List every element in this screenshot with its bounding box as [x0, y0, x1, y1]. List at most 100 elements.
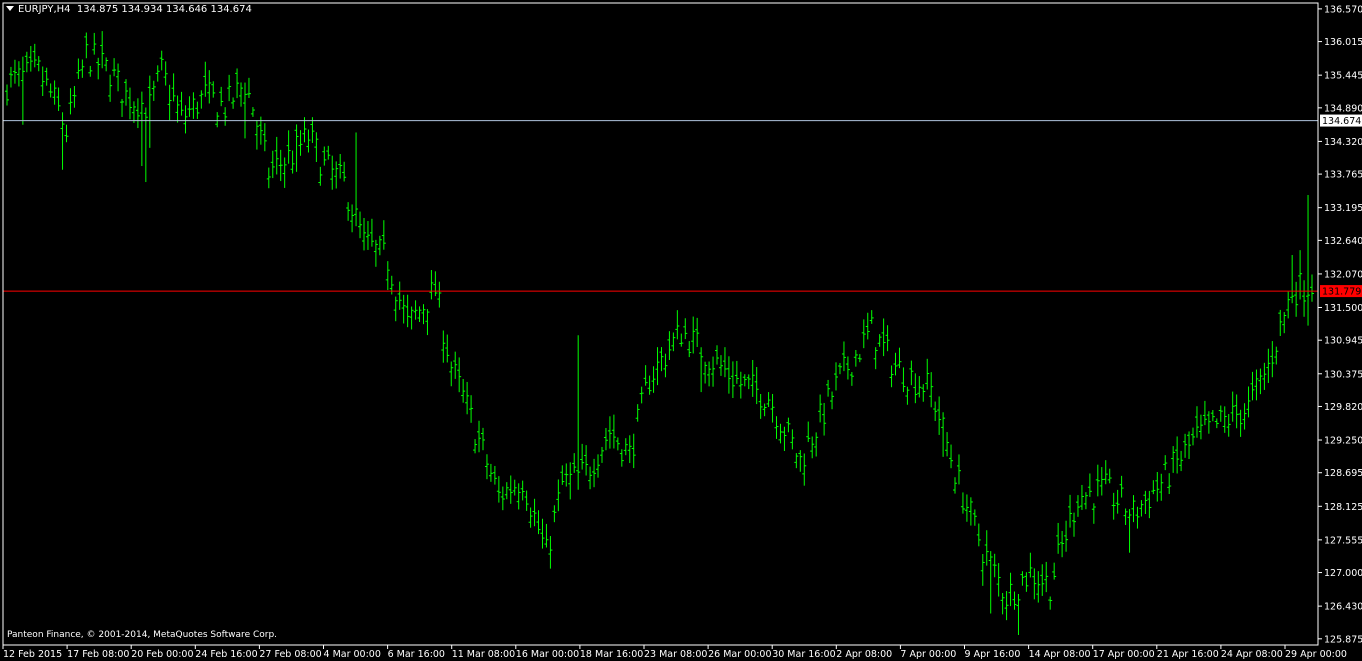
- ohlc-bar: [361, 217, 366, 251]
- ohlc-bar: [104, 57, 109, 72]
- ohlc-bar: [207, 70, 212, 104]
- ohlc-bar: [980, 553, 985, 586]
- ohlc-bar: [44, 67, 49, 86]
- ohlc-bar: [28, 45, 33, 72]
- x-tick-label: 17 Feb 08:00: [67, 649, 129, 660]
- ohlc-bar: [1210, 409, 1215, 422]
- ohlc-bar: [798, 450, 803, 472]
- ask-price-label: 131.779: [1322, 287, 1361, 298]
- ohlc-bar: [1298, 250, 1303, 300]
- ohlc-bar: [417, 306, 422, 322]
- ohlc-bar: [1016, 593, 1021, 635]
- ohlc-bar: [540, 518, 545, 549]
- ohlc-bar: [687, 341, 692, 358]
- ohlc-bar: [334, 161, 339, 189]
- ohlc-bar: [354, 132, 359, 227]
- ohlc-bar: [242, 82, 247, 139]
- x-tick-label: 24 Apr 08:00: [1221, 649, 1283, 660]
- y-tick-label: 129.820: [1324, 402, 1362, 413]
- ohlc-bar: [734, 360, 739, 384]
- ohlc-bar: [80, 59, 85, 78]
- ohlc-bar: [929, 372, 934, 408]
- ohlc-bar: [1250, 371, 1255, 401]
- ohlc-bar: [818, 394, 823, 423]
- x-tick-label: 24 Feb 16:00: [195, 649, 257, 660]
- ohlc-bar: [52, 80, 57, 105]
- ohlc-bar: [441, 330, 446, 363]
- ohlc-bar: [933, 401, 938, 422]
- ohlc-bar: [318, 166, 323, 186]
- ohlc-bar: [203, 61, 208, 97]
- ohlc-bar: [968, 497, 973, 526]
- ohlc-bar: [1159, 473, 1164, 501]
- ohlc-bar: [1258, 368, 1263, 395]
- ohlc-bar: [1103, 460, 1108, 485]
- ohlc-bar: [655, 347, 660, 386]
- ohlc-bar: [120, 98, 125, 117]
- ohlc-bar: [76, 58, 81, 79]
- ohlc-bar: [1115, 489, 1120, 514]
- ohlc-bar: [84, 32, 89, 59]
- x-tick-label: 16 Mar 00:00: [516, 649, 579, 660]
- x-tick-label: 20 Feb 00:00: [131, 649, 193, 660]
- ohlc-bar: [453, 351, 458, 379]
- ohlc-bar: [1155, 472, 1160, 502]
- ohlc-bar: [36, 56, 41, 72]
- bid-price-label: 134.674: [1322, 116, 1361, 127]
- y-tick-label: 129.250: [1324, 436, 1362, 447]
- ohlc-bar: [1095, 464, 1100, 497]
- ohlc-bar: [215, 112, 220, 128]
- y-tick-label: 132.640: [1324, 236, 1362, 247]
- ohlc-bar: [949, 444, 954, 469]
- ohlc-bar: [774, 416, 779, 439]
- ohlc-bar: [1214, 418, 1219, 429]
- ohlc-bar: [365, 221, 370, 250]
- ohlc-bar: [219, 86, 224, 107]
- ohlc-bar: [1242, 403, 1247, 430]
- ohlc-bar: [1306, 194, 1311, 326]
- ohlc-bar: [1032, 568, 1037, 600]
- ohlc-bar: [175, 95, 180, 123]
- ohlc-bar: [1175, 436, 1180, 474]
- ohlc-bar: [802, 453, 807, 486]
- ohlc-bar: [48, 83, 53, 98]
- ohlc-bar: [246, 77, 251, 98]
- ohlc-bar: [135, 98, 140, 129]
- ohlc-bar: [580, 443, 585, 470]
- ohlc-bar: [227, 74, 232, 102]
- ohlc-bar: [1254, 369, 1259, 401]
- ohlc-bar: [389, 275, 394, 295]
- ohlc-bar: [1151, 480, 1156, 495]
- price-lines: [3, 120, 1318, 292]
- ohlc-bar: [239, 82, 244, 107]
- y-tick-label: 128.695: [1324, 468, 1362, 479]
- ohlc-bar: [108, 74, 113, 102]
- ohlc-bar: [16, 61, 21, 87]
- y-tick-label: 125.875: [1324, 634, 1362, 645]
- ohlc-bar: [1135, 506, 1140, 529]
- ohlc-bar: [393, 296, 398, 322]
- ohlc-bar: [925, 358, 930, 390]
- ohlc-bar: [401, 294, 406, 324]
- price-chart[interactable]: 136.570 136.015 135.445 134.890 134.320 133.7…: [0, 0, 1362, 661]
- ohlc-bar: [845, 356, 850, 380]
- ohlc-bar: [123, 79, 128, 106]
- ohlc-bar: [1262, 362, 1267, 390]
- ohlc-bar: [1294, 281, 1299, 317]
- ohlc-bar: [1107, 468, 1112, 484]
- ohlc-bar: [758, 394, 763, 419]
- ohlc-bar: [1131, 495, 1136, 523]
- ohlc-bar: [960, 492, 965, 514]
- ohlc-bar: [782, 426, 787, 451]
- x-tick-label: 6 Mar 16:00: [388, 649, 445, 660]
- ohlc-bar: [528, 507, 533, 528]
- ohlc-bar: [663, 353, 668, 378]
- ohlc-bar: [635, 404, 640, 422]
- ohlc-bar: [988, 551, 993, 614]
- ohlc-bar: [631, 433, 636, 469]
- ohlc-bar: [32, 43, 37, 68]
- ohlc-bar: [1206, 411, 1211, 434]
- ohlc-bar: [826, 379, 831, 397]
- ohlc-bar: [262, 123, 267, 152]
- ohlc-bar: [794, 453, 799, 469]
